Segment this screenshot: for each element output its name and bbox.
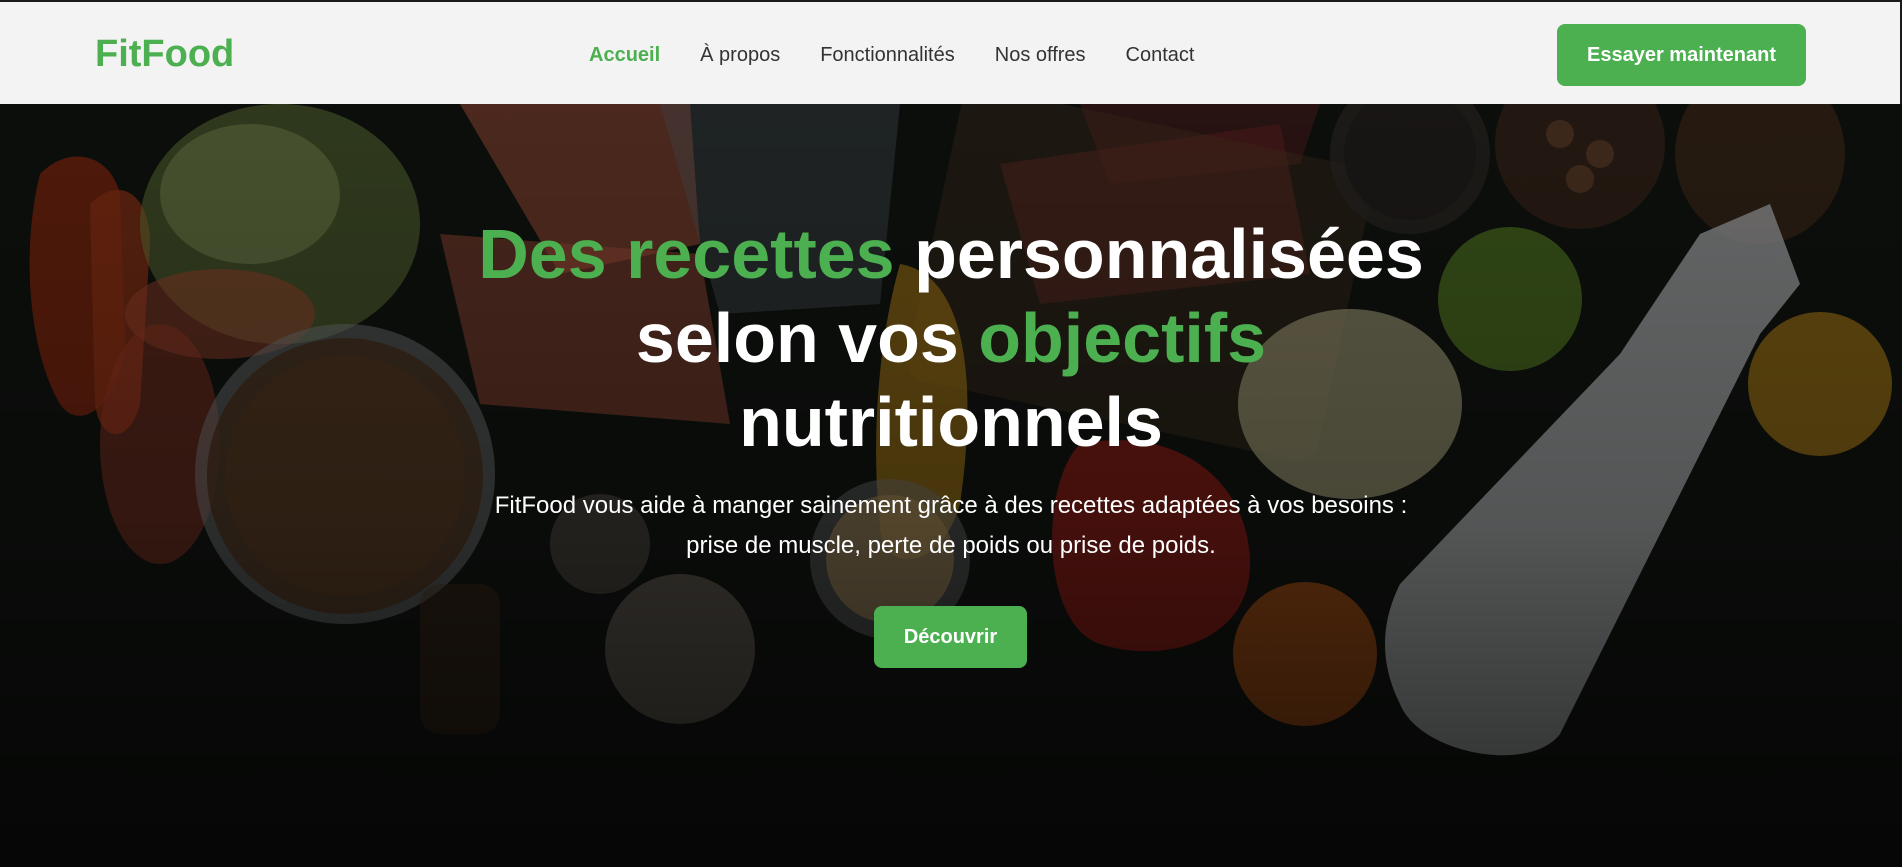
hero-title-text-2: selon vos: [635, 299, 979, 377]
hero-title-text-3: nutritionnels: [739, 383, 1163, 461]
page: FitFood Accueil À propos Fonctionnalités…: [0, 0, 1902, 867]
top-navbar: FitFood Accueil À propos Fonctionnalités…: [0, 0, 1902, 104]
try-now-button[interactable]: Essayer maintenant: [1557, 24, 1806, 86]
discover-button[interactable]: Découvrir: [874, 606, 1027, 668]
hero-title: Des recettes personnalisées selon vos ob…: [451, 212, 1451, 464]
nav-link-accueil[interactable]: Accueil: [589, 40, 660, 70]
hero-title-highlight-1: Des recettes: [478, 215, 895, 293]
hero-title-text-1: personnalisées: [894, 215, 1424, 293]
hero-title-highlight-2: objectifs: [978, 299, 1267, 377]
nav-link-nos-offres[interactable]: Nos offres: [995, 40, 1086, 70]
brand-logo[interactable]: FitFood: [95, 32, 234, 76]
hero-subtitle-line-1: FitFood vous aide à manger sainement grâ…: [494, 492, 1408, 519]
hero-subtitle: FitFood vous aide à manger sainement grâ…: [451, 486, 1451, 566]
nav-link-contact[interactable]: Contact: [1126, 40, 1195, 70]
main-nav: Accueil À propos Fonctionnalités Nos off…: [589, 40, 1234, 70]
nav-link-fonctionnalites[interactable]: Fonctionnalités: [820, 40, 955, 70]
hero-section: Des recettes personnalisées selon vos ob…: [0, 104, 1902, 867]
nav-link-a-propos[interactable]: À propos: [700, 40, 780, 70]
hero-subtitle-line-2: prise de muscle, perte de poids ou prise…: [686, 532, 1216, 559]
